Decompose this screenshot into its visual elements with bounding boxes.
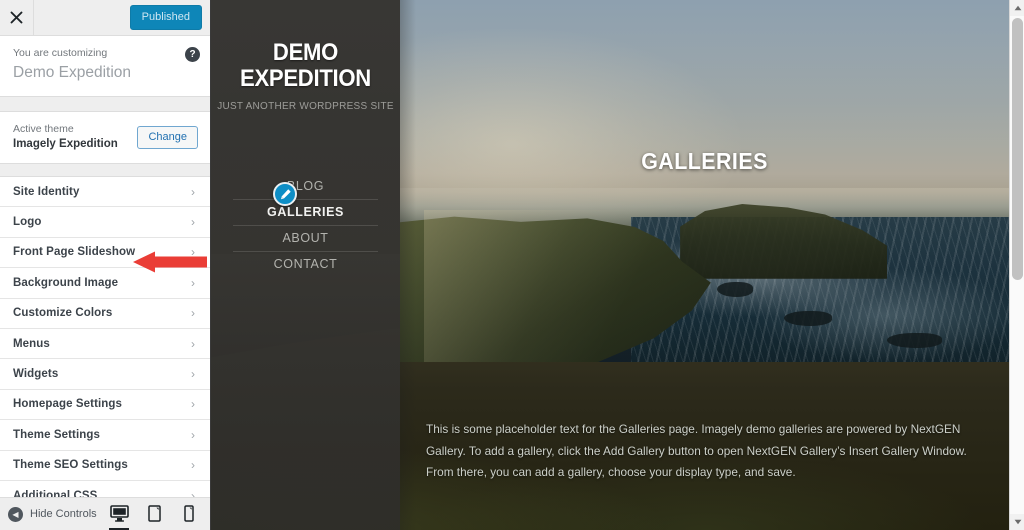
close-icon[interactable] — [0, 0, 34, 35]
hero-page-title: GALLERIES — [641, 148, 768, 175]
page-content: This is some placeholder text for the Ga… — [400, 362, 1009, 530]
chevron-right-icon: › — [191, 427, 195, 442]
site-preview-frame[interactable]: DEMO EXPEDITION JUST ANOTHER WORDPRESS S… — [211, 0, 1009, 530]
active-theme-row: Active theme Imagely Expedition Change — [0, 111, 210, 164]
hide-controls-label: Hide Controls — [30, 508, 97, 520]
device-mobile-button[interactable] — [178, 501, 200, 527]
customizer-panel-list: Site Identity › Logo › Front Page Slideshow ›… — [0, 177, 210, 497]
theme-section-gap — [0, 164, 210, 177]
hero-image: GALLERIES — [400, 0, 1009, 362]
pencil-icon — [280, 188, 291, 199]
nav-item-label: ABOUT — [282, 231, 329, 245]
panel-item-front-page-slideshow[interactable]: Front Page Slideshow › — [0, 238, 210, 269]
panel-item-label: Widgets — [13, 368, 59, 381]
site-navigation: BLOG GALLERIES ABOUT CONTACT — [211, 174, 400, 277]
chevron-right-icon: › — [191, 367, 195, 382]
scrollbar-thumb[interactable] — [1012, 18, 1023, 280]
chevron-right-icon: › — [191, 245, 195, 260]
hero-overlay — [400, 0, 1009, 362]
scroll-down-icon[interactable] — [1010, 514, 1024, 530]
hide-controls-button[interactable]: ◀ Hide Controls — [8, 506, 108, 522]
panel-item-label: Site Identity — [13, 185, 80, 198]
customizing-label: You are customizing — [13, 47, 108, 59]
chevron-right-icon: › — [191, 215, 195, 230]
nav-item-about[interactable]: ABOUT — [233, 225, 378, 251]
panel-item-additional-css[interactable]: Additional CSS › — [0, 481, 210, 497]
panel-item-label: Theme SEO Settings — [13, 459, 128, 472]
scroll-up-icon[interactable] — [1010, 0, 1024, 16]
panel-item-homepage-settings[interactable]: Homepage Settings › — [0, 390, 210, 421]
panel-item-label: Theme Settings — [13, 428, 101, 441]
chevron-right-icon: › — [191, 458, 195, 473]
nav-item-label: CONTACT — [273, 257, 338, 271]
customizer-footer: ◀ Hide Controls — [0, 497, 210, 530]
panel-gap — [0, 97, 210, 111]
active-theme-label: Active theme — [13, 123, 74, 135]
vertical-scrollbar[interactable] — [1009, 0, 1024, 530]
chevron-right-icon: › — [191, 397, 195, 412]
nav-item-label: GALLERIES — [267, 205, 344, 219]
publish-button[interactable]: Published — [129, 5, 202, 30]
help-icon[interactable]: ? — [185, 47, 200, 62]
chevron-right-icon: › — [191, 275, 195, 290]
device-tablet-button[interactable] — [143, 501, 165, 527]
customizing-info: You are customizing Demo Expedition ? — [0, 36, 210, 97]
panel-item-label: Front Page Slideshow — [13, 246, 136, 259]
panel-item-label: Logo — [13, 216, 42, 229]
nav-item-galleries[interactable]: GALLERIES — [233, 199, 378, 225]
panel-item-label: Menus — [13, 337, 50, 350]
customizer-sidebar: Published You are customizing Demo Exped… — [0, 0, 211, 530]
panel-item-label: Additional CSS — [13, 489, 98, 497]
panel-item-label: Customize Colors — [13, 307, 113, 320]
active-theme-name: Imagely Expedition — [13, 138, 118, 150]
site-tagline: JUST ANOTHER WORDPRESS SITE — [217, 100, 394, 112]
edit-shortcut-button[interactable] — [273, 182, 297, 206]
change-theme-button[interactable]: Change — [137, 125, 198, 149]
active-theme-text: Active theme Imagely Expedition — [13, 122, 137, 152]
panel-item-theme-seo-settings[interactable]: Theme SEO Settings › — [0, 451, 210, 481]
panel-item-theme-settings[interactable]: Theme Settings › — [0, 420, 210, 451]
nav-item-contact[interactable]: CONTACT — [233, 251, 378, 277]
customizer-screen: Published You are customizing Demo Exped… — [0, 0, 1024, 530]
panel-item-customize-colors[interactable]: Customize Colors › — [0, 299, 210, 329]
panel-item-site-identity[interactable]: Site Identity › — [0, 177, 210, 208]
panel-item-label: Background Image — [13, 276, 119, 289]
panel-item-background-image[interactable]: Background Image › — [0, 268, 210, 299]
chevron-right-icon: › — [191, 336, 195, 351]
site-header-column: DEMO EXPEDITION JUST ANOTHER WORDPRESS S… — [211, 0, 416, 530]
panel-item-widgets[interactable]: Widgets › — [0, 359, 210, 390]
panel-item-logo[interactable]: Logo › — [0, 207, 210, 238]
chevron-right-icon: › — [191, 184, 195, 199]
chevron-right-icon: › — [191, 306, 195, 321]
site-name-title: Demo Expedition — [13, 64, 132, 81]
panel-item-label: Homepage Settings — [13, 398, 123, 411]
collapse-icon: ◀ — [8, 506, 23, 522]
device-desktop-button[interactable] — [108, 501, 130, 530]
nav-item-blog[interactable]: BLOG — [233, 174, 378, 199]
customizer-topbar: Published — [0, 0, 210, 36]
panel-item-menus[interactable]: Menus › — [0, 329, 210, 360]
device-preview-switcher — [108, 501, 200, 530]
chevron-right-icon: › — [191, 488, 195, 497]
page-body-text: This is some placeholder text for the Ga… — [426, 422, 967, 479]
site-title: DEMO EXPEDITION — [240, 39, 371, 92]
